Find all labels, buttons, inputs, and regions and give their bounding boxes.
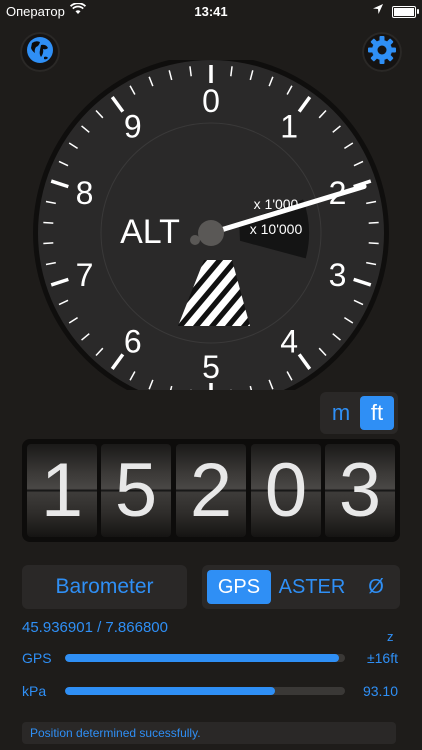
source-option-gps[interactable]: GPS <box>207 570 271 604</box>
location-arrow-icon <box>372 3 384 18</box>
gauge-tick <box>43 221 54 224</box>
altitude-counter: 1 5 2 0 3 <box>22 439 400 542</box>
barometer-button[interactable]: Barometer <box>22 565 187 609</box>
window-text-bottom: x 10'000 <box>250 221 303 237</box>
gps-accuracy-fill <box>65 654 340 662</box>
status-bar: Оператор 13:41 <box>0 0 422 22</box>
gauge-tick <box>43 242 54 245</box>
counter-digit: 5 <box>101 444 171 537</box>
gauge-tick <box>368 221 379 224</box>
gauge-numeral: 6 <box>124 324 142 360</box>
needle-hub <box>198 220 224 246</box>
counter-digit: 3 <box>325 444 395 537</box>
gps-accuracy-value: ±16ft <box>366 650 398 666</box>
counter-digit: 2 <box>176 444 246 537</box>
altimeter-gauge: 0123456789 x 1'000 x 10'000 ALT <box>33 60 389 390</box>
gauge-numeral: 4 <box>280 324 298 360</box>
pressure-fill <box>65 687 275 695</box>
gps-label: GPS <box>22 650 52 666</box>
pressure-row: kPa 93.10 <box>22 681 400 701</box>
pressure-value: 93.10 <box>362 683 398 699</box>
battery-icon <box>392 6 416 18</box>
pressure-bar <box>65 687 345 695</box>
z-label: z <box>387 629 394 644</box>
gauge-label: ALT <box>120 213 180 251</box>
gauge-numeral: 8 <box>76 175 94 211</box>
source-option-none[interactable]: Ø <box>358 570 394 604</box>
counter-digit: 1 <box>27 444 97 537</box>
unit-option-ft[interactable]: ft <box>360 396 394 430</box>
gauge-numeral: 7 <box>76 257 94 293</box>
gps-accuracy-bar <box>65 654 345 662</box>
source-segmented-control: GPS ASTER Ø <box>202 565 400 609</box>
gauge-numeral: 9 <box>124 108 142 144</box>
source-option-aster[interactable]: ASTER <box>274 570 350 604</box>
coordinates-text: 45.936901 / 7.866800 <box>22 619 168 636</box>
gauge-tick <box>368 242 379 245</box>
status-time: 13:41 <box>194 4 228 19</box>
unit-option-m[interactable]: m <box>324 396 358 430</box>
unit-toggle: m ft <box>320 392 398 434</box>
battery-tip <box>417 9 419 14</box>
gauge-numeral: 5 <box>202 349 220 385</box>
needle-counterweight <box>190 235 200 245</box>
gauge-numeral: 0 <box>202 83 220 119</box>
gps-accuracy-row: GPS ±16ft <box>22 648 400 668</box>
status-message: Position determined sucessfully. <box>22 722 396 744</box>
gauge-numeral: 3 <box>329 257 347 293</box>
gauge-numeral: 1 <box>280 108 298 144</box>
kpa-label: kPa <box>22 683 47 699</box>
counter-digit: 0 <box>251 444 321 537</box>
